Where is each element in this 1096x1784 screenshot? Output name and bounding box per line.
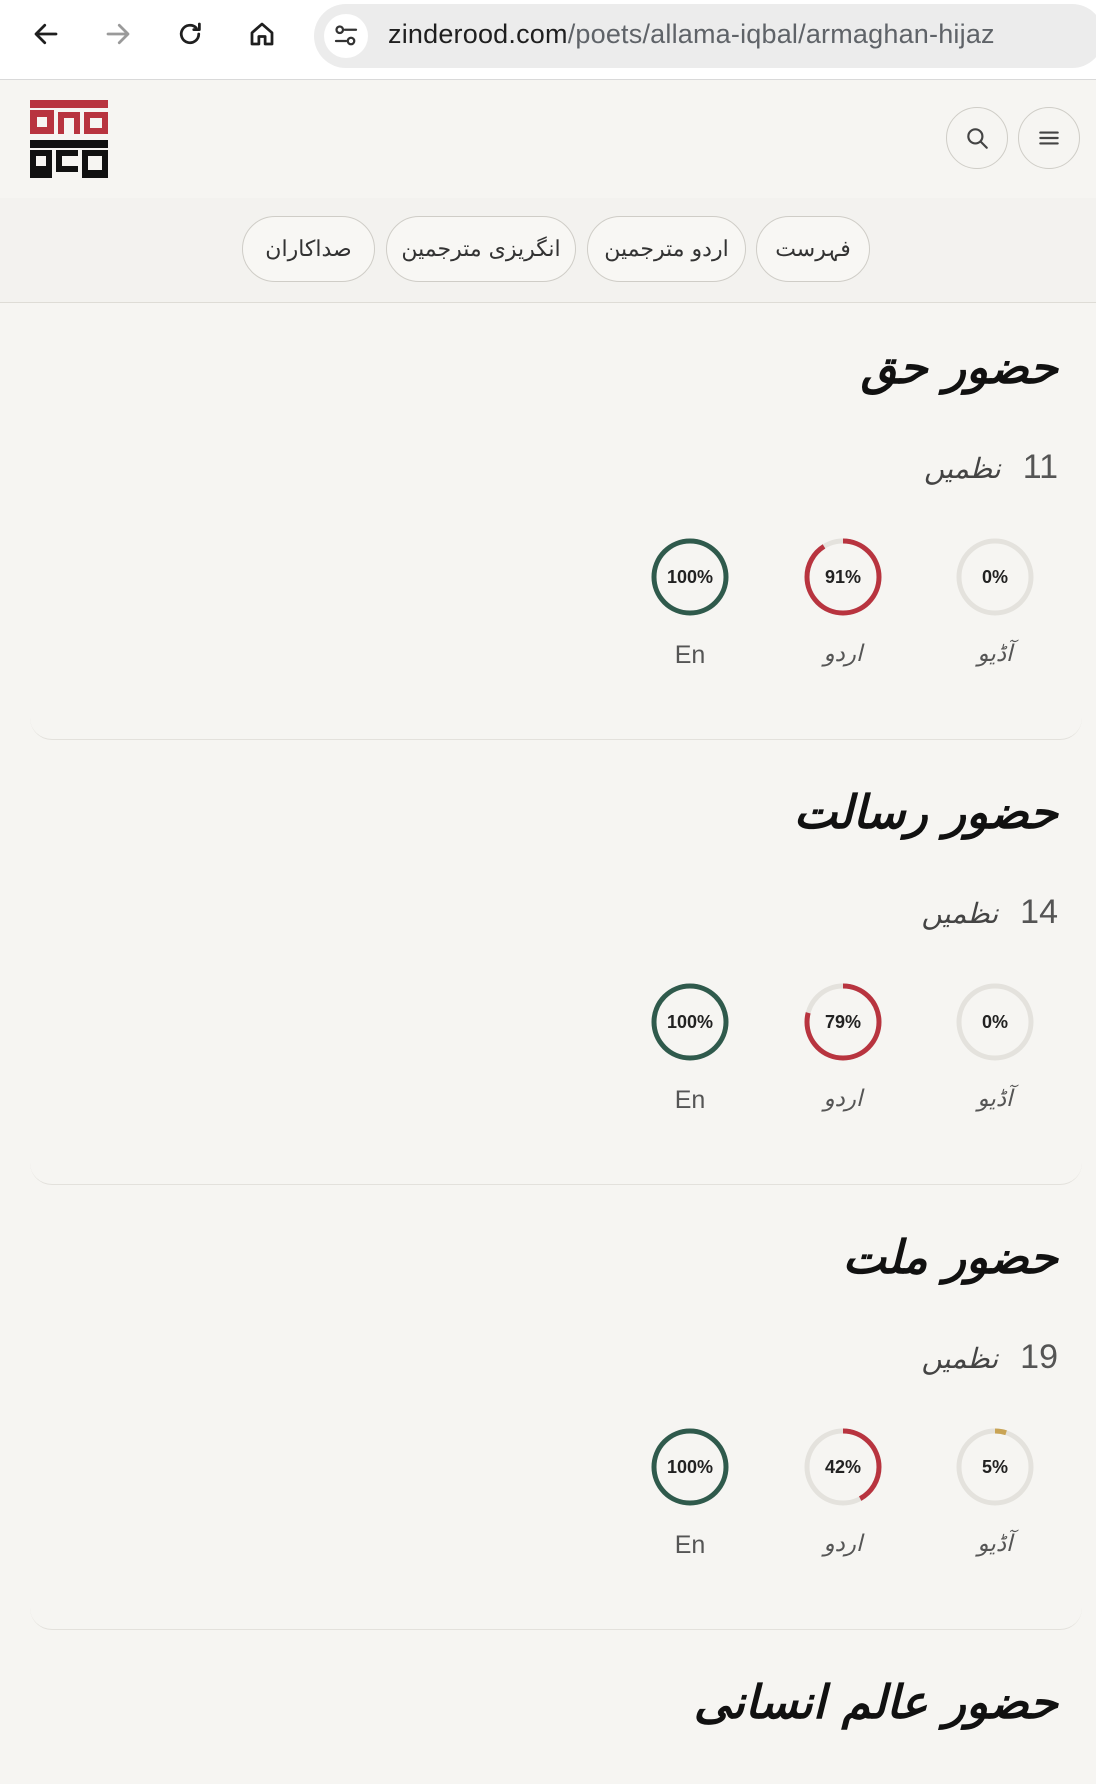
progress-label: آڈیو	[977, 1531, 1013, 1557]
arrow-right-icon	[106, 23, 130, 45]
zinderood-logo-icon	[30, 100, 108, 178]
progress-percent: 0%	[981, 1012, 1008, 1032]
progress-label: En	[674, 1531, 706, 1559]
hamburger-menu-icon	[1039, 131, 1059, 145]
reload-button[interactable]	[166, 10, 214, 58]
browser-toolbar: zinderood.com/poets/allama-iqbal/armagha…	[0, 0, 1096, 80]
url-path: /poets/allama-iqbal/armaghan-hijaz	[567, 19, 995, 49]
section-title: حضور عالم انسانی	[693, 1675, 1058, 1729]
reload-icon	[179, 22, 201, 45]
progress-ring-en: 100% En	[648, 535, 732, 670]
site-logo[interactable]	[28, 98, 110, 180]
section-card[interactable]: حضور ملت 19 نظمیں 100% En 42% اردو 5% آڈ…	[30, 1230, 1082, 1630]
count-number: 14	[1020, 893, 1058, 931]
home-button[interactable]	[238, 10, 286, 58]
section-tabs: فہرست اردو مترجمین انگریزی مترجمین صداکا…	[0, 198, 1096, 303]
home-icon	[250, 22, 274, 46]
progress-percent: 100%	[666, 1012, 714, 1032]
progress-label: اردو	[823, 641, 863, 667]
count-number: 19	[1020, 1338, 1058, 1376]
progress-label: En	[674, 1086, 706, 1114]
section-title: حضور حق	[860, 340, 1058, 394]
progress-ring-en: 100% En	[648, 1425, 732, 1560]
search-icon	[967, 128, 988, 149]
count-number: 11	[1022, 448, 1058, 486]
url-host: zinderood.com	[388, 19, 568, 49]
site-header	[0, 81, 1096, 199]
tune-icon	[334, 25, 358, 46]
count-label: نظمیں	[921, 1342, 999, 1375]
progress-percent: 0%	[981, 567, 1008, 587]
progress-percent: 91%	[824, 567, 862, 587]
progress-ring-audio: 0% آڈیو	[953, 980, 1037, 1112]
section-title: حضور رسالت	[793, 785, 1058, 839]
progress-percent: 79%	[824, 1012, 862, 1032]
progress-percent: 42%	[824, 1457, 862, 1477]
progress-percent: 100%	[666, 1457, 714, 1477]
tab-fehrist[interactable]: فہرست	[756, 216, 870, 282]
progress-ring-urdu: 42% اردو	[801, 1425, 885, 1557]
progress-percent: 100%	[666, 567, 714, 587]
arrow-left-icon	[34, 23, 58, 45]
progress-ring-audio: 5% آڈیو	[953, 1425, 1037, 1557]
progress-ring-urdu: 91% اردو	[801, 535, 885, 667]
progress-label: آڈیو	[977, 1086, 1013, 1112]
progress-ring-en: 100% En	[648, 980, 732, 1115]
tab-narrators[interactable]: صداکاران	[242, 216, 375, 282]
menu-button[interactable]	[1018, 107, 1080, 169]
progress-label: اردو	[823, 1531, 863, 1557]
site-info-button[interactable]	[324, 14, 368, 58]
forward-button[interactable]	[94, 10, 142, 58]
tab-english-translators[interactable]: انگریزی مترجمین	[386, 216, 576, 282]
count-label: نظمیں	[923, 452, 1001, 485]
progress-label: اردو	[823, 1086, 863, 1112]
count-label: نظمیں	[921, 897, 999, 930]
section-card[interactable]: حضور حق 11 نظمیں 100% En 91% اردو 0% آڈی…	[30, 340, 1082, 740]
poem-count: 11 نظمیں	[924, 448, 1058, 487]
search-button[interactable]	[946, 107, 1008, 169]
url-text: zinderood.com/poets/allama-iqbal/armagha…	[388, 19, 995, 50]
section-title: حضور ملت	[842, 1230, 1058, 1284]
progress-label: En	[674, 641, 706, 669]
poem-count: 19 نظمیں	[921, 1338, 1058, 1377]
back-button[interactable]	[22, 10, 70, 58]
poem-count: 14 نظمیں	[921, 893, 1058, 932]
progress-percent: 5%	[981, 1457, 1008, 1477]
section-card[interactable]: حضور رسالت 14 نظمیں 100% En 79% اردو 0% …	[30, 785, 1082, 1185]
progress-ring-audio: 0% آڈیو	[953, 535, 1037, 667]
address-bar[interactable]: zinderood.com/poets/allama-iqbal/armagha…	[314, 4, 1096, 68]
progress-ring-urdu: 79% اردو	[801, 980, 885, 1112]
section-card[interactable]: حضور عالم انسانی	[30, 1675, 1082, 1784]
progress-label: آڈیو	[977, 641, 1013, 667]
tab-urdu-translators[interactable]: اردو مترجمین	[587, 216, 746, 282]
